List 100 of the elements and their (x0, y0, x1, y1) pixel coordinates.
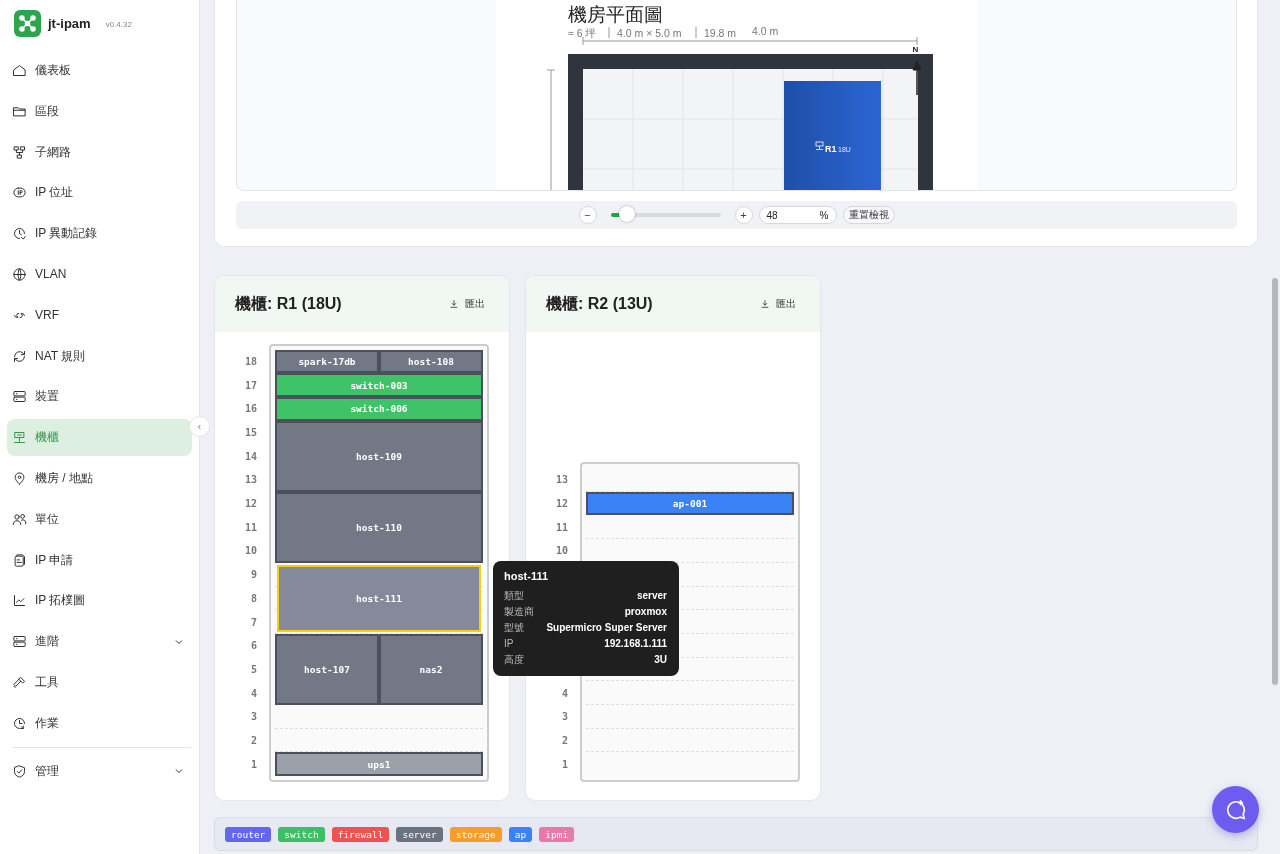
unit-number: 16 (243, 403, 257, 415)
tooltip-label: 高度 (504, 652, 524, 667)
rack-device[interactable]: host-108 (379, 349, 483, 374)
unit-number: 3 (249, 711, 257, 723)
chat-icon (1224, 798, 1247, 821)
unit-number: 12 (243, 498, 257, 510)
globe-icon (12, 267, 27, 282)
app-name: jt-ipam (48, 15, 91, 31)
sidebar-item[interactable]: IP 申請 (7, 541, 192, 579)
rack-device[interactable]: spark-17db (275, 349, 379, 374)
floor-stat: ≈ 6 坪 (567, 27, 596, 39)
location-pin-icon (12, 470, 27, 486)
tooltip-value: 3U (654, 652, 667, 667)
rack-device[interactable]: host-107 (275, 633, 379, 705)
refresh-icon (12, 348, 27, 364)
users-icon (12, 511, 27, 527)
collapse-button[interactable] (189, 416, 210, 437)
unit-number: 1 (249, 758, 257, 770)
sidebar-item[interactable]: VLAN (7, 256, 192, 293)
sidebar-item[interactable]: 單位 (7, 500, 192, 538)
tooltip-value: 192.168.1.111 (604, 636, 667, 651)
sidebar-item[interactable]: 機房 / 地點 (7, 459, 192, 497)
sidebar-item[interactable]: IP 位址 (7, 174, 192, 212)
legend-tag: ipmi (539, 826, 575, 842)
reset-view-button[interactable]: 重置檢視 (842, 206, 895, 224)
sidebar-item[interactable]: IP 拓樸圖 (7, 582, 192, 620)
home-icon (12, 63, 27, 78)
zoom-input[interactable]: 48 % (758, 206, 837, 224)
unit-number: 15 (243, 427, 257, 439)
legend-tag: firewall (331, 826, 390, 842)
sidebar-item[interactable]: 子網路 (7, 133, 192, 171)
north-arrow (912, 60, 921, 96)
tooltip-value: proxmox (624, 604, 667, 619)
clock-icon (12, 715, 27, 731)
unit-number: 12 (554, 498, 568, 510)
sidebar-item[interactable]: 工具 (7, 663, 192, 701)
server-icon (12, 389, 27, 405)
rack-icon (815, 141, 823, 150)
unit-number: 17 (243, 379, 257, 391)
rack-title: 機櫃: R2 (13U) (546, 293, 653, 314)
unit-number: 13 (243, 474, 257, 486)
unit-number: 3 (560, 711, 568, 723)
chat-button[interactable] (1212, 786, 1259, 833)
line-chart-icon (12, 593, 27, 609)
ip-icon (12, 185, 27, 201)
legend-tag: ap (508, 826, 533, 842)
compass-label: N (912, 45, 918, 54)
export-button[interactable]: 匯出 (758, 295, 798, 313)
dimension-label: 4.0 m (751, 25, 778, 37)
legend-tag: switch (278, 826, 325, 842)
tooltip-label: IP (504, 636, 514, 651)
floor-stat: 19.8 m (703, 27, 736, 39)
unit-number: 7 (249, 616, 257, 628)
sidebar-item[interactable]: NAT 規則 (7, 337, 192, 375)
rack-device[interactable]: ap-001 (586, 491, 794, 516)
tooltip-value: Supermicro Super Server (546, 620, 667, 635)
document-icon (12, 552, 27, 568)
sidebar-item[interactable]: 區段 (7, 92, 192, 130)
tooltip-label: 類型 (504, 588, 524, 603)
sidebar-item[interactable]: 管理 (7, 752, 192, 790)
tooltip-label: 製造商 (504, 604, 534, 619)
legend-tag: router (225, 826, 272, 842)
sidebar-item[interactable]: 儀表板 (7, 52, 192, 89)
history-icon (12, 226, 27, 242)
hierarchy-icon (12, 144, 27, 160)
unit-number: 4 (249, 687, 257, 699)
zoom-out-button[interactable]: − (578, 206, 597, 224)
floor-plan-title: 機房平面圖 (567, 4, 663, 25)
logo-icon (14, 9, 41, 37)
rack-block[interactable] (783, 81, 881, 190)
sidebar-item[interactable]: VRF (7, 296, 192, 334)
unit-number: 14 (243, 450, 257, 462)
download-icon (760, 299, 770, 309)
unit-number: 5 (249, 663, 257, 675)
sidebar-item[interactable]: 作業 (7, 704, 192, 742)
unit-number: 13 (554, 474, 568, 486)
slider-thumb[interactable] (619, 206, 635, 222)
unit-number: 2 (560, 734, 568, 746)
tooltip-title: host-111 (504, 569, 550, 582)
rack-device[interactable]: nas2 (379, 633, 483, 705)
unit-number: 18 (243, 355, 257, 367)
sidebar-item[interactable]: IP 異動記錄 (7, 215, 192, 253)
sidebar-item[interactable]: 進階 (7, 623, 192, 661)
legend-tag: server (396, 826, 443, 842)
unit-number: 1 (560, 758, 568, 770)
sidebar-item[interactable]: 裝置 (7, 378, 192, 416)
unit-number: 10 (243, 545, 257, 557)
unit-number: 11 (554, 521, 568, 533)
scrollbar-thumb[interactable] (1272, 278, 1278, 685)
tooltip-value: server (636, 588, 667, 603)
unit-number: 11 (243, 521, 257, 533)
shield-icon (12, 763, 27, 779)
hammer-icon (12, 674, 27, 690)
export-button[interactable]: 匯出 (447, 295, 487, 313)
rack-device[interactable]: host-109 (275, 420, 483, 492)
rack-device[interactable]: host-110 (275, 491, 483, 563)
app-version: v0.4.32 (105, 20, 132, 29)
rack-title: 機櫃: R1 (18U) (235, 293, 342, 314)
server-icon (12, 634, 27, 650)
zoom-in-button[interactable]: + (734, 206, 753, 224)
